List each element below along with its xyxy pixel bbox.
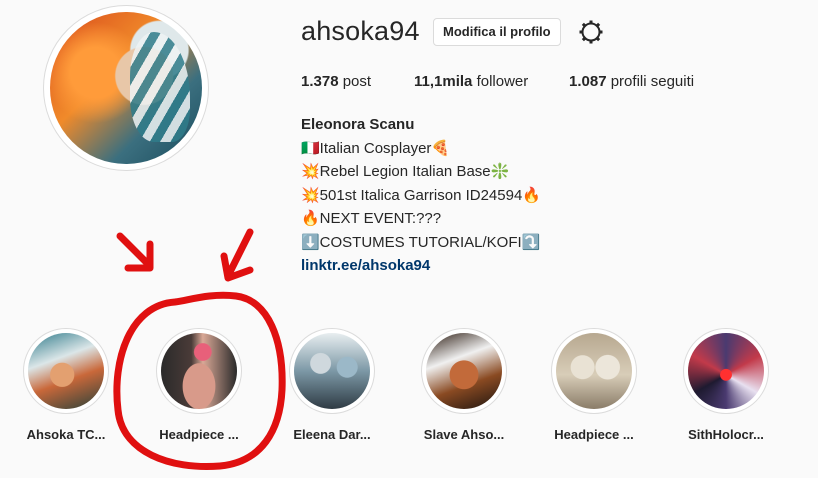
posts-stat[interactable]: 1.378 post [301, 73, 371, 90]
edit-profile-button[interactable]: Modifica il profilo [433, 18, 561, 46]
highlight-label: Slave Ahso... [423, 427, 505, 442]
followers-stat[interactable]: 11,1mila follower [414, 73, 528, 90]
bio: Eleonora Scanu 🇮🇹Italian Cosplayer🍕 💥Reb… [301, 113, 541, 278]
highlight-label: SithHolocr... [688, 427, 764, 442]
highlight-label: Headpiece ... [159, 427, 239, 442]
gear-icon[interactable] [578, 19, 604, 45]
highlight-image [294, 333, 370, 409]
bio-link[interactable]: linktr.ee/ahsoka94 [301, 254, 541, 278]
followers-count: 11,1mila [414, 73, 473, 90]
following-label: profili seguiti [610, 73, 695, 90]
highlight-label: Eleena Dar... [293, 427, 371, 442]
highlight-item[interactable]: Headpiece ... [524, 328, 664, 442]
posts-label: post [342, 73, 372, 90]
highlight-item[interactable]: Headpiece ... [129, 328, 269, 442]
highlight-label: Headpiece ... [554, 427, 634, 442]
posts-count: 1.378 [301, 73, 339, 90]
highlight-ring [289, 328, 375, 414]
red-arrow-left [116, 232, 154, 272]
following-stat[interactable]: 1.087 profili seguiti [569, 73, 694, 90]
avatar-image [50, 12, 202, 164]
highlight-ring [551, 328, 637, 414]
bio-line: 🔥NEXT EVENT:??? [301, 210, 442, 227]
highlight-item[interactable]: Eleena Dar... [262, 328, 402, 442]
bio-line: 💥Rebel Legion Italian Base❇️ [301, 163, 510, 180]
highlight-image [556, 333, 632, 409]
full-name: Eleonora Scanu [301, 116, 415, 133]
highlight-item[interactable]: SithHolocr... [656, 328, 796, 442]
username: ahsoka94 [301, 16, 420, 46]
highlight-image [28, 333, 104, 409]
following-count: 1.087 [569, 73, 607, 90]
bio-line: 💥501st Italica Garrison ID24594🔥 [301, 186, 541, 204]
followers-label: follower [476, 73, 529, 90]
highlight-image [426, 333, 502, 409]
highlight-ring [156, 328, 242, 414]
highlight-ring [23, 328, 109, 414]
highlight-label: Ahsoka TC... [26, 427, 106, 442]
bio-line: 🇮🇹Italian Cosplayer🍕 [301, 139, 451, 157]
red-arrow-right [220, 228, 254, 282]
highlight-item[interactable]: Ahsoka TC... [0, 328, 136, 442]
highlight-ring [683, 328, 769, 414]
highlight-image [161, 333, 237, 409]
highlight-item[interactable]: Slave Ahso... [394, 328, 534, 442]
highlight-image [688, 333, 764, 409]
highlight-ring [421, 328, 507, 414]
bio-line: ⬇️COSTUMES TUTORIAL/KOFI⤵️ [301, 233, 541, 251]
profile-avatar[interactable] [43, 5, 209, 171]
story-highlights: Ahsoka TC... Headpiece ... Eleena Dar...… [0, 328, 818, 468]
